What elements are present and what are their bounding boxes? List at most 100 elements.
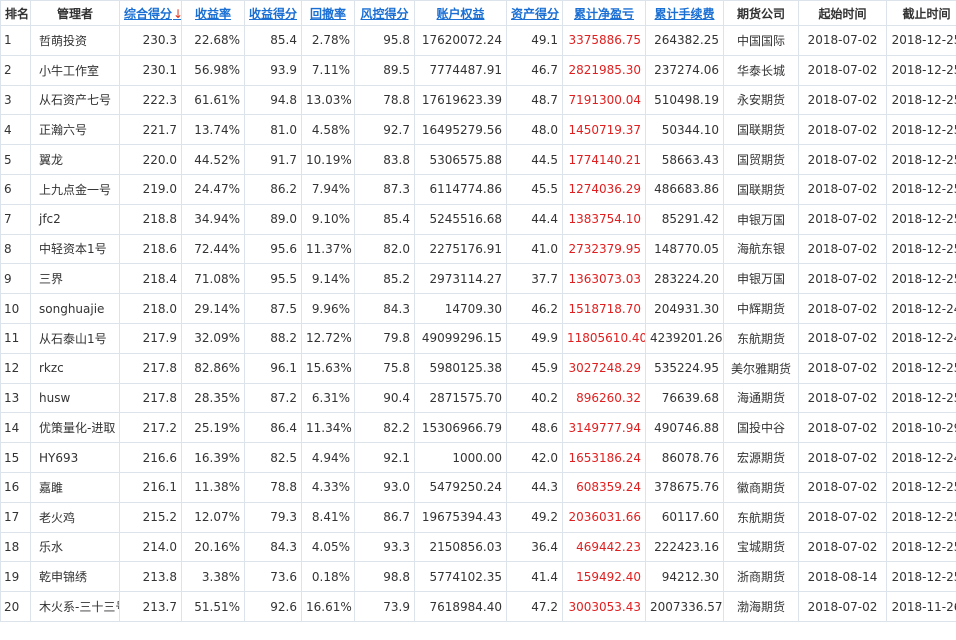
drawdown-cell: 16.61% — [301, 591, 355, 622]
rank-cell: 10 — [0, 293, 31, 324]
total-score-cell: 214.0 — [119, 531, 182, 563]
start-date-cell: 2018-07-02 — [798, 233, 887, 265]
cum-fee-cell: 85291.42 — [645, 203, 724, 235]
risk-score-cell: 82.0 — [354, 233, 415, 265]
rank-cell: 6 — [0, 173, 31, 205]
end-date-cell: 2018-12-25 — [886, 531, 956, 563]
cum-fee-cell: 2007336.57 — [645, 591, 724, 622]
return-rate-cell: 16.39% — [181, 442, 245, 473]
asset-score-cell: 49.2 — [506, 501, 563, 533]
risk-score-cell: 73.9 — [354, 591, 415, 622]
risk-score-cell: 83.8 — [354, 144, 415, 175]
header-equity[interactable]: 账户权益 — [414, 0, 507, 26]
return-score-cell: 89.0 — [244, 203, 302, 235]
table-row: 18 乐水 214.0 20.16% 84.3 4.05% 93.3 2150856.03 36… — [0, 531, 956, 563]
return-rate-cell: 3.38% — [181, 561, 245, 593]
return-rate-cell: 11.38% — [181, 471, 245, 503]
header-return-rate[interactable]: 收益率 — [181, 0, 245, 26]
end-date-cell: 2018-12-25 — [886, 501, 956, 533]
cum-pnl-cell: 2036031.66 — [562, 501, 646, 533]
equity-cell: 7774487.91 — [414, 54, 507, 86]
total-score-cell: 218.8 — [119, 203, 182, 235]
drawdown-cell: 7.11% — [301, 54, 355, 86]
total-score-cell: 230.1 — [119, 54, 182, 86]
header-return-score[interactable]: 收益得分 — [244, 0, 302, 26]
cum-fee-cell: 222423.16 — [645, 531, 724, 563]
company-cell: 渤海期货 — [723, 591, 799, 622]
table-row: 4 正瀚六号 221.7 13.74% 81.0 4.58% 92.7 16495279.56… — [0, 114, 956, 146]
header-total-score[interactable]: 综合得分↓ — [119, 0, 182, 26]
table-row: 10 songhuajie 218.0 29.14% 87.5 9.96% 84.3 1470… — [0, 293, 956, 324]
company-cell: 海航东银 — [723, 233, 799, 265]
return-rate-cell: 29.14% — [181, 293, 245, 324]
total-score-cell: 217.2 — [119, 412, 182, 444]
end-date-cell: 2018-12-25 — [886, 54, 956, 86]
return-rate-cell: 22.68% — [181, 25, 245, 56]
manager-cell: husw — [30, 382, 120, 414]
start-date-cell: 2018-07-02 — [798, 25, 887, 56]
cum-pnl-cell: 2821985.30 — [562, 54, 646, 86]
company-cell: 中辉期货 — [723, 293, 799, 324]
rank-cell: 5 — [0, 144, 31, 175]
risk-score-cell: 93.3 — [354, 531, 415, 563]
cum-pnl-cell: 3003053.43 — [562, 591, 646, 622]
asset-score-cell: 41.0 — [506, 233, 563, 265]
risk-score-cell: 86.7 — [354, 501, 415, 533]
rank-cell: 15 — [0, 442, 31, 473]
return-rate-cell: 24.47% — [181, 173, 245, 205]
cum-pnl-cell: 1383754.10 — [562, 203, 646, 235]
total-score-cell: 215.2 — [119, 501, 182, 533]
asset-score-cell: 44.3 — [506, 471, 563, 503]
manager-cell: 小牛工作室 — [30, 54, 120, 86]
header-asset-score[interactable]: 资产得分 — [506, 0, 563, 26]
drawdown-cell: 11.34% — [301, 412, 355, 444]
start-date-cell: 2018-07-02 — [798, 531, 887, 563]
manager-cell: 乾申锦绣 — [30, 561, 120, 593]
return-score-cell: 73.6 — [244, 561, 302, 593]
header-total-score-label[interactable]: 综合得分 — [124, 7, 172, 21]
start-date-cell: 2018-07-02 — [798, 114, 887, 146]
start-date-cell: 2018-08-14 — [798, 561, 887, 593]
start-date-cell: 2018-07-02 — [798, 591, 887, 622]
company-cell: 中国国际 — [723, 25, 799, 56]
equity-cell: 5774102.35 — [414, 561, 507, 593]
end-date-cell: 2018-12-25 — [886, 233, 956, 265]
return-score-cell: 96.1 — [244, 352, 302, 384]
cum-fee-cell: 283224.20 — [645, 263, 724, 295]
cum-fee-cell: 58663.43 — [645, 144, 724, 175]
rank-cell: 1 — [0, 25, 31, 56]
equity-cell: 5245516.68 — [414, 203, 507, 235]
rank-cell: 18 — [0, 531, 31, 563]
cum-fee-cell: 60117.60 — [645, 501, 724, 533]
header-cum-pnl[interactable]: 累计净盈亏 — [562, 0, 646, 26]
rank-cell: 3 — [0, 84, 31, 116]
company-cell: 永安期货 — [723, 84, 799, 116]
rank-cell: 7 — [0, 203, 31, 235]
manager-cell: 乐水 — [30, 531, 120, 563]
total-score-cell: 213.7 — [119, 591, 182, 622]
cum-fee-cell: 490746.88 — [645, 412, 724, 444]
header-risk-score[interactable]: 风控得分 — [354, 0, 415, 26]
header-start: 起始时间 — [798, 0, 887, 26]
header-cum-fee[interactable]: 累计手续费 — [645, 0, 724, 26]
start-date-cell: 2018-07-02 — [798, 442, 887, 473]
drawdown-cell: 12.72% — [301, 322, 355, 354]
return-score-cell: 81.0 — [244, 114, 302, 146]
drawdown-cell: 10.19% — [301, 144, 355, 175]
header-drawdown[interactable]: 回撤率 — [301, 0, 355, 26]
drawdown-cell: 0.18% — [301, 561, 355, 593]
cum-pnl-cell: 3027248.29 — [562, 352, 646, 384]
start-date-cell: 2018-07-02 — [798, 173, 887, 205]
sort-desc-icon[interactable]: ↓ — [173, 7, 180, 21]
start-date-cell: 2018-07-02 — [798, 293, 887, 324]
drawdown-cell: 15.63% — [301, 352, 355, 384]
table-row: 17 老火鸡 215.2 12.07% 79.3 8.41% 86.7 19675394.43… — [0, 501, 956, 533]
cum-pnl-cell: 469442.23 — [562, 531, 646, 563]
total-score-cell: 218.6 — [119, 233, 182, 265]
cum-fee-cell: 4239201.26 — [645, 322, 724, 354]
start-date-cell: 2018-07-02 — [798, 54, 887, 86]
risk-score-cell: 75.8 — [354, 352, 415, 384]
return-score-cell: 93.9 — [244, 54, 302, 86]
return-score-cell: 94.8 — [244, 84, 302, 116]
start-date-cell: 2018-07-02 — [798, 352, 887, 384]
